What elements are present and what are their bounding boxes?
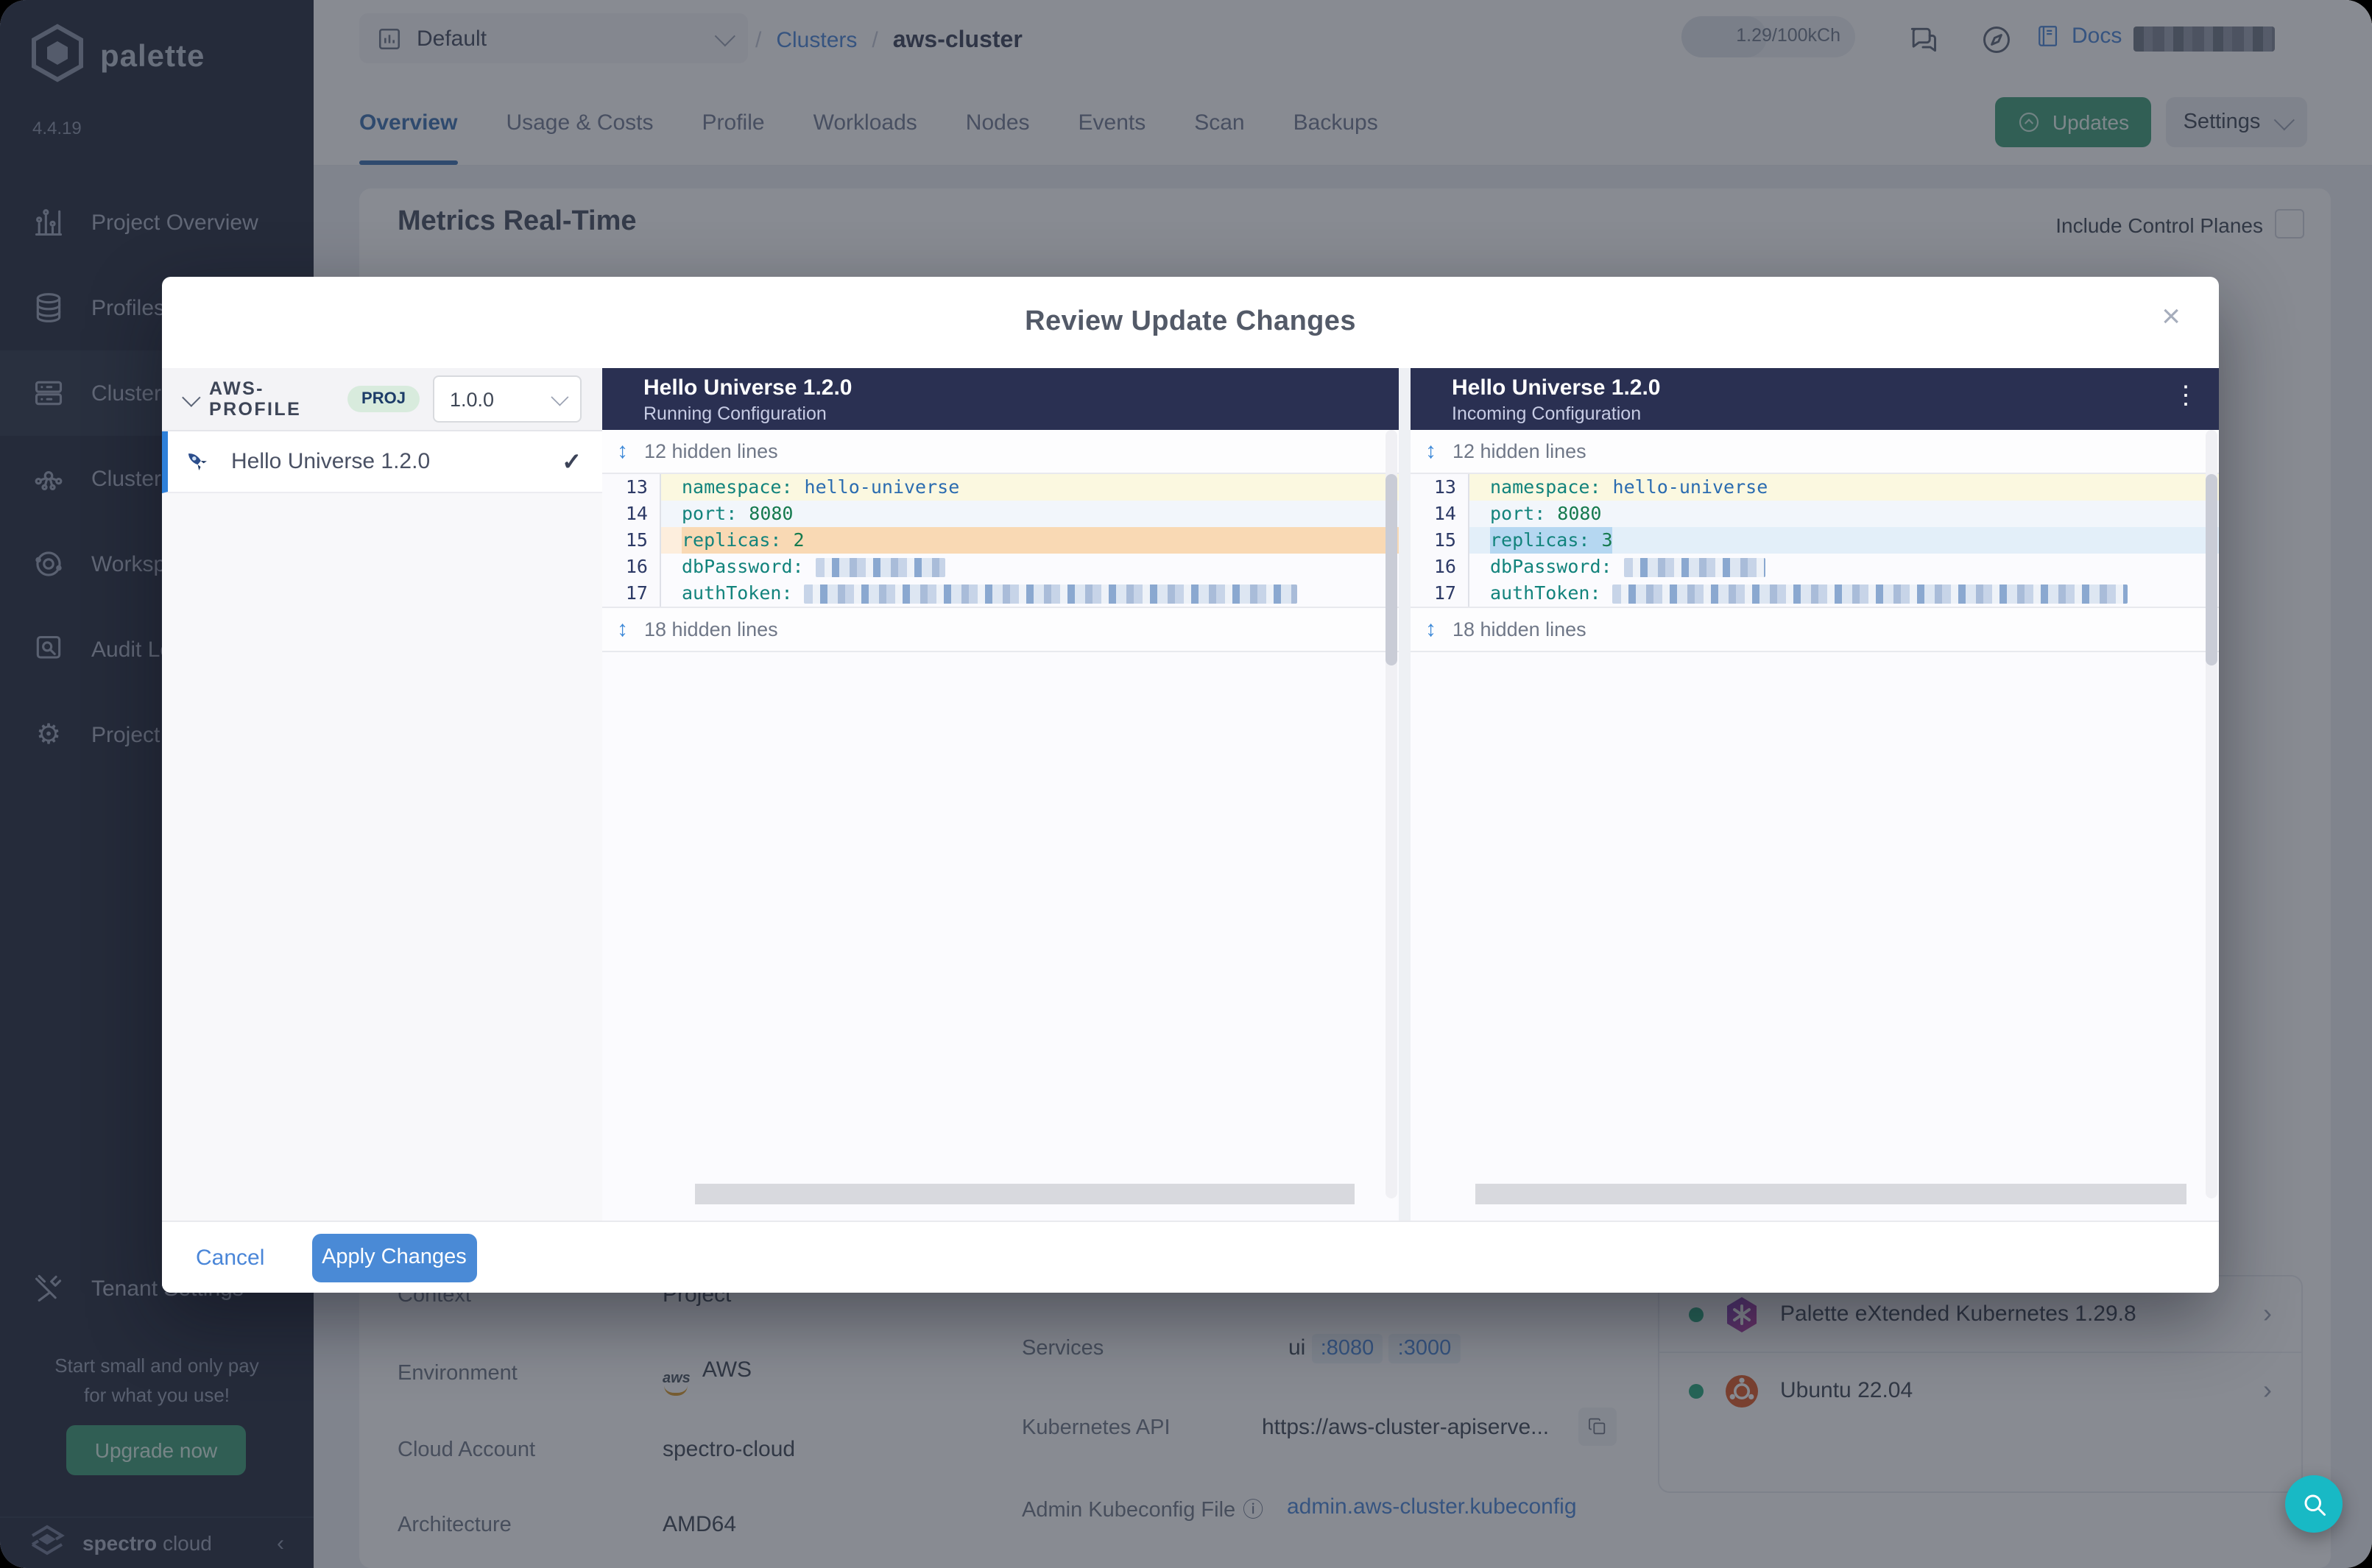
horizontal-scrollbar[interactable] bbox=[695, 1184, 1355, 1204]
review-update-changes-modal: Review Update Changes × AWS-PROFILE PROJ… bbox=[162, 277, 2219, 1293]
code-line: 16 dbPassword: bbox=[602, 554, 1399, 580]
code-line-changed: 15 replicas: 3 bbox=[1411, 527, 2219, 554]
code-line: 17 authToken: bbox=[1411, 580, 2219, 607]
hidden-lines-bottom[interactable]: ↕ 18 hidden lines bbox=[1411, 607, 2219, 652]
unfold-lines-icon[interactable]: ↕ bbox=[1425, 617, 1436, 642]
hidden-lines-top[interactable]: ↕ 12 hidden lines bbox=[1411, 430, 2219, 474]
modal-header: Review Update Changes × bbox=[162, 277, 2219, 370]
profile-version-select[interactable]: 1.0.0 bbox=[433, 375, 582, 423]
diff-panel-incoming: Hello Universe 1.2.0 Incoming Configurat… bbox=[1411, 368, 2219, 1222]
rocket-icon bbox=[180, 443, 217, 480]
kebab-menu-icon[interactable]: ⋮ bbox=[2173, 381, 2198, 411]
pack-name: Hello Universe 1.2.0 bbox=[231, 449, 431, 474]
unfold-lines-icon[interactable]: ↕ bbox=[617, 439, 628, 464]
scope-badge: PROJ bbox=[347, 386, 420, 412]
code-line: 14 port: 8080 bbox=[602, 501, 1399, 527]
code-line-changed: 15 replicas: 2 bbox=[602, 527, 1399, 554]
code-line: 16 dbPassword: bbox=[1411, 554, 2219, 580]
diff-panel-header: Hello Universe 1.2.0 Running Configurati… bbox=[602, 368, 1399, 430]
stage: palette 4.4.19 Project Overview Profiles… bbox=[0, 0, 2372, 1568]
check-icon: ✓ bbox=[562, 450, 582, 475]
close-icon[interactable]: × bbox=[2161, 300, 2181, 333]
hidden-lines-top[interactable]: ↕ 12 hidden lines bbox=[602, 430, 1399, 474]
profile-name: AWS-PROFILE bbox=[209, 378, 302, 420]
redacted-value bbox=[815, 557, 945, 576]
profile-header: AWS-PROFILE PROJ 1.0.0 bbox=[162, 368, 602, 431]
diff-panel-running: Hello Universe 1.2.0 Running Configurati… bbox=[602, 368, 1399, 1222]
code-line: 14 port: 8080 bbox=[1411, 501, 2219, 527]
diff-view: Hello Universe 1.2.0 Running Configurati… bbox=[602, 368, 2219, 1222]
modal-footer: Cancel Apply Changes bbox=[162, 1221, 2219, 1293]
cancel-button[interactable]: Cancel bbox=[196, 1245, 264, 1270]
modal-body: AWS-PROFILE PROJ 1.0.0 Hello Universe 1.… bbox=[162, 368, 2219, 1222]
chevron-down-icon bbox=[551, 388, 569, 406]
code-line: 17 authToken: bbox=[602, 580, 1399, 607]
chevron-down-icon[interactable] bbox=[182, 387, 201, 406]
magnifier-icon bbox=[2304, 1494, 2325, 1515]
redacted-value bbox=[1612, 584, 2128, 603]
redacted-value bbox=[1623, 557, 1765, 576]
diff-panel-header: Hello Universe 1.2.0 Incoming Configurat… bbox=[1411, 368, 2219, 430]
vertical-scrollbar[interactable] bbox=[2206, 430, 2217, 1198]
unfold-lines-icon[interactable]: ↕ bbox=[1425, 439, 1436, 464]
modal-title: Review Update Changes bbox=[1025, 306, 1356, 337]
app-window: palette 4.4.19 Project Overview Profiles… bbox=[0, 0, 2372, 1568]
code-line: 13 namespace: hello-universe bbox=[1411, 474, 2219, 501]
redacted-value bbox=[804, 584, 1298, 603]
unfold-lines-icon[interactable]: ↕ bbox=[617, 617, 628, 642]
hidden-lines-bottom[interactable]: ↕ 18 hidden lines bbox=[602, 607, 1399, 652]
profile-panel: AWS-PROFILE PROJ 1.0.0 Hello Universe 1.… bbox=[162, 368, 602, 1222]
vertical-scrollbar[interactable] bbox=[1386, 430, 1397, 1198]
help-search-fab[interactable] bbox=[2285, 1475, 2343, 1533]
horizontal-scrollbar[interactable] bbox=[1475, 1184, 2186, 1204]
pack-item-hello-universe[interactable]: Hello Universe 1.2.0 ✓ bbox=[162, 431, 602, 493]
code-line: 13 namespace: hello-universe bbox=[602, 474, 1399, 501]
apply-changes-button[interactable]: Apply Changes bbox=[311, 1233, 477, 1282]
